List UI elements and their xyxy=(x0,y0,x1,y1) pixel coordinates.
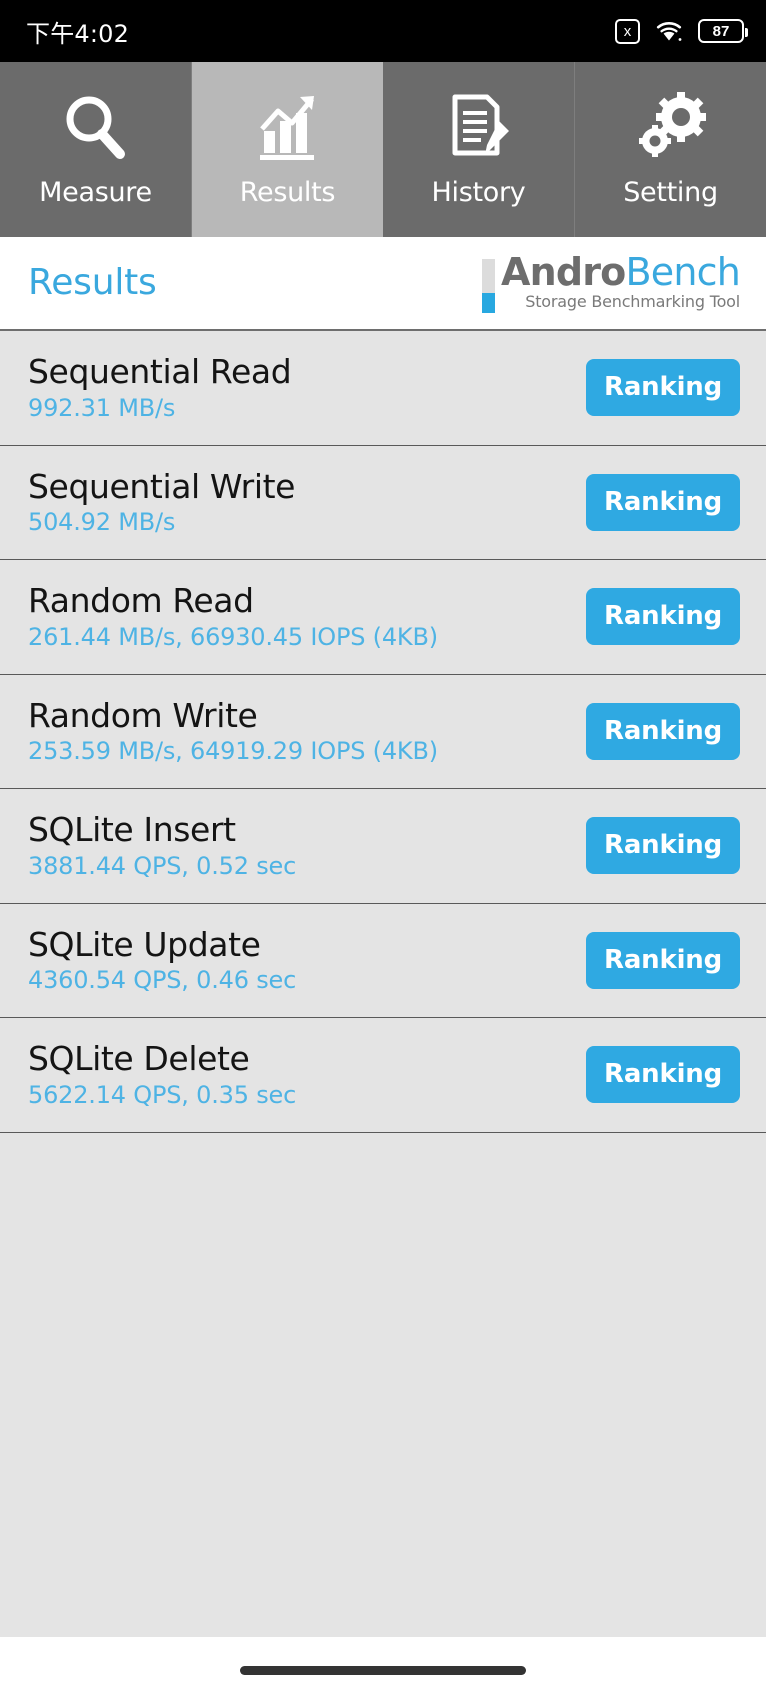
result-title: Sequential Read xyxy=(28,352,292,392)
home-gesture-pill[interactable] xyxy=(240,1665,526,1675)
table-row[interactable]: Sequential Read 992.31 MB/s Ranking xyxy=(0,331,766,446)
tab-measure[interactable]: Measure xyxy=(0,62,192,237)
tab-label-measure: Measure xyxy=(39,177,152,208)
table-row[interactable]: Sequential Write 504.92 MB/s Ranking xyxy=(0,445,766,560)
ranking-button[interactable]: Ranking xyxy=(586,702,740,760)
tab-results[interactable]: Results xyxy=(192,62,383,237)
result-texts: Sequential Read 992.31 MB/s xyxy=(28,352,292,422)
ranking-button[interactable]: Ranking xyxy=(586,931,740,989)
logo-wordmark: AndroBench xyxy=(500,249,741,294)
result-value: 261.44 MB/s, 66930.45 IOPS (4KB) xyxy=(28,622,438,651)
battery-level: 87 xyxy=(712,22,730,40)
page-header: Results AndroBench Storage Benchmarking … xyxy=(0,237,766,329)
result-texts: SQLite Delete 5622.14 QPS, 0.35 sec xyxy=(28,1041,296,1108)
logo-word-bench: Bench xyxy=(625,249,740,294)
result-value: 504.92 MB/s xyxy=(28,508,176,537)
result-value: 992.31 MB/s xyxy=(28,393,176,422)
table-row[interactable]: Random Read 261.44 MB/s, 66930.45 IOPS (… xyxy=(0,560,766,675)
result-value: 253.59 MB/s, 64919.29 IOPS (4KB) xyxy=(28,737,438,766)
status-icons: x 87 xyxy=(615,18,748,44)
bar-chart-icon xyxy=(250,91,326,167)
ranking-button[interactable]: Ranking xyxy=(586,817,740,875)
ranking-button[interactable]: Ranking xyxy=(586,1046,740,1104)
result-value: 5622.14 QPS, 0.35 sec xyxy=(28,1080,297,1109)
magnifier-icon xyxy=(58,91,134,167)
tab-setting[interactable]: Setting xyxy=(575,62,766,237)
x-box-icon-glyph: x xyxy=(623,22,632,40)
result-title: Sequential Write xyxy=(28,466,296,506)
androbench-logo: AndroBench Storage Benchmarking Tool xyxy=(481,249,741,313)
logo-bar-icon xyxy=(481,258,495,313)
table-row[interactable]: SQLite Insert 3881.44 QPS, 0.52 sec Rank… xyxy=(0,789,766,904)
tab-history[interactable]: History xyxy=(383,62,575,237)
result-texts: Sequential Write 504.92 MB/s xyxy=(28,469,295,536)
results-list: Sequential Read 992.31 MB/s Ranking Sequ… xyxy=(0,329,766,1637)
result-texts: Random Read 261.44 MB/s, 66930.45 IOPS (… xyxy=(28,583,438,650)
table-row[interactable]: Random Write 253.59 MB/s, 64919.29 IOPS … xyxy=(0,674,766,789)
app-screen: 下午4:02 x 87 Measure Results History Sett… xyxy=(0,0,766,1703)
logo-subtitle: Storage Benchmarking Tool xyxy=(525,292,740,312)
result-title: Random Read xyxy=(28,581,254,621)
status-bar: 下午4:02 x 87 xyxy=(0,0,766,62)
ranking-button[interactable]: Ranking xyxy=(586,588,740,646)
result-texts: Random Write 253.59 MB/s, 64919.29 IOPS … xyxy=(28,698,438,765)
logo-text: AndroBench Storage Benchmarking Tool xyxy=(500,249,741,312)
logo-word-andro: Andro xyxy=(500,249,626,294)
table-row[interactable]: SQLite Update 4360.54 QPS, 0.46 sec Rank… xyxy=(0,903,766,1018)
result-title: Random Write xyxy=(28,695,258,735)
result-value: 3881.44 QPS, 0.52 sec xyxy=(28,851,297,880)
tab-label-setting: Setting xyxy=(623,177,718,208)
result-title: SQLite Delete xyxy=(28,1039,250,1079)
result-texts: SQLite Update 4360.54 QPS, 0.46 sec xyxy=(28,927,296,994)
logo-bar-top xyxy=(481,258,495,293)
table-row[interactable]: SQLite Delete 5622.14 QPS, 0.35 sec Rank… xyxy=(0,1018,766,1133)
document-pen-icon xyxy=(441,91,517,167)
tab-label-history: History xyxy=(431,177,526,208)
status-time: 下午4:02 xyxy=(26,19,130,48)
x-box-icon: x xyxy=(615,18,640,44)
result-texts: SQLite Insert 3881.44 QPS, 0.52 sec xyxy=(28,812,296,879)
ranking-button[interactable]: Ranking xyxy=(586,473,740,531)
page-title: Results xyxy=(28,262,157,303)
logo-bar-bottom xyxy=(481,292,495,313)
result-title: SQLite Insert xyxy=(28,810,236,850)
battery-icon: 87 xyxy=(698,19,748,43)
tab-label-results: Results xyxy=(239,177,336,208)
gears-icon xyxy=(633,91,709,167)
tab-bar: Measure Results History Setting xyxy=(0,62,766,237)
ranking-button[interactable]: Ranking xyxy=(586,359,740,417)
wifi-icon xyxy=(654,19,684,43)
result-value: 4360.54 QPS, 0.46 sec xyxy=(28,966,297,995)
system-navigation-bar xyxy=(0,1637,766,1703)
result-title: SQLite Update xyxy=(28,924,261,964)
